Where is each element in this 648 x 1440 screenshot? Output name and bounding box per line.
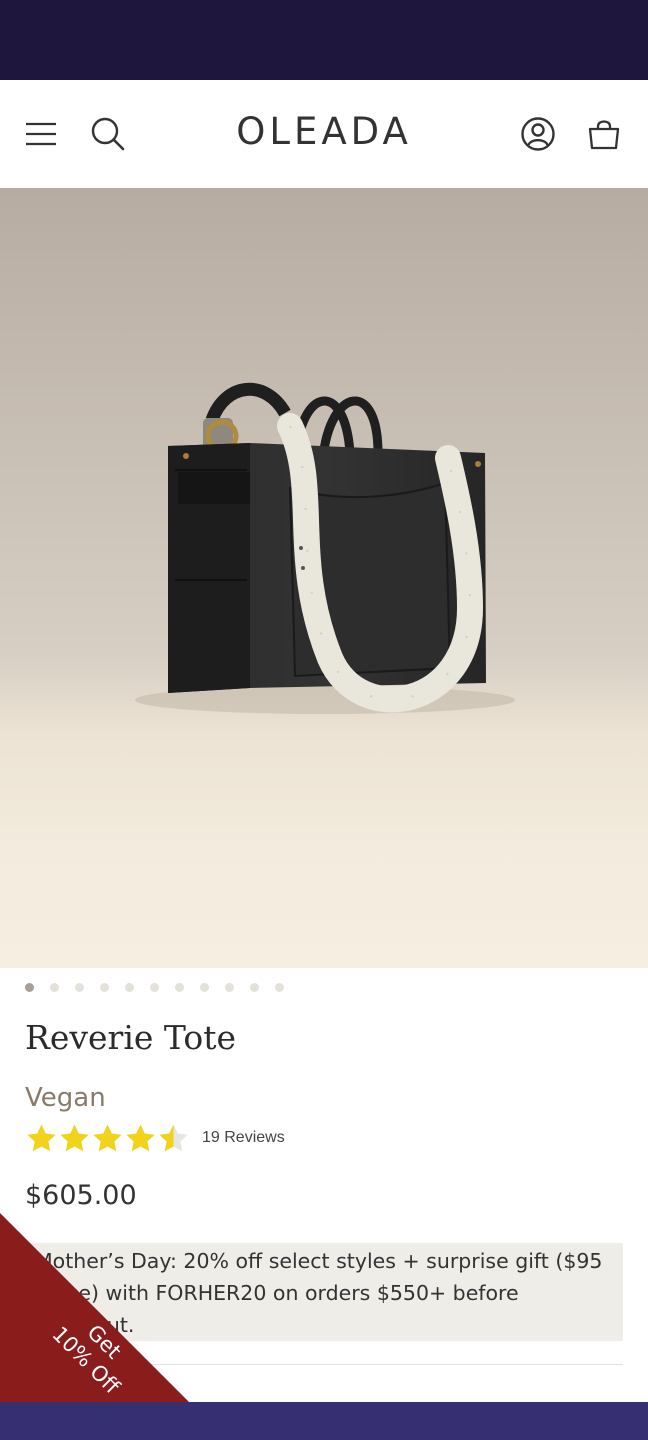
bag-icon[interactable] — [582, 112, 626, 156]
star-icon — [93, 1123, 122, 1151]
gallery-pagination — [25, 983, 300, 992]
half-star-icon — [159, 1123, 188, 1151]
product-price: $605.00 — [25, 1180, 137, 1211]
star-rating — [25, 1122, 190, 1155]
star-icon — [27, 1123, 56, 1151]
site-header: OLEADA — [0, 80, 648, 188]
announcement-strip — [0, 0, 648, 80]
gallery-dot[interactable] — [100, 983, 109, 992]
star-icon — [126, 1123, 155, 1151]
gallery-dot[interactable] — [150, 983, 159, 992]
product-variant: Vegan — [25, 1083, 106, 1113]
gallery-dot[interactable] — [225, 983, 234, 992]
gallery-dot[interactable] — [250, 983, 259, 992]
star-icon — [60, 1123, 89, 1151]
account-icon[interactable] — [516, 112, 560, 156]
gallery-dot[interactable] — [275, 983, 284, 992]
bottom-bar[interactable] — [0, 1402, 648, 1440]
tote-bag-illustration — [135, 382, 515, 714]
product-title: Reverie Tote — [25, 1018, 237, 1057]
gallery-dot[interactable] — [50, 983, 59, 992]
product-rating[interactable]: 19 Reviews — [25, 1120, 285, 1156]
gallery-dot[interactable] — [25, 983, 34, 992]
product-image[interactable] — [0, 188, 648, 968]
gallery-dot[interactable] — [200, 983, 209, 992]
gallery-dot[interactable] — [125, 983, 134, 992]
gallery-dot[interactable] — [75, 983, 84, 992]
gallery-dot[interactable] — [175, 983, 184, 992]
reviews-count[interactable]: 19 Reviews — [202, 1129, 285, 1147]
